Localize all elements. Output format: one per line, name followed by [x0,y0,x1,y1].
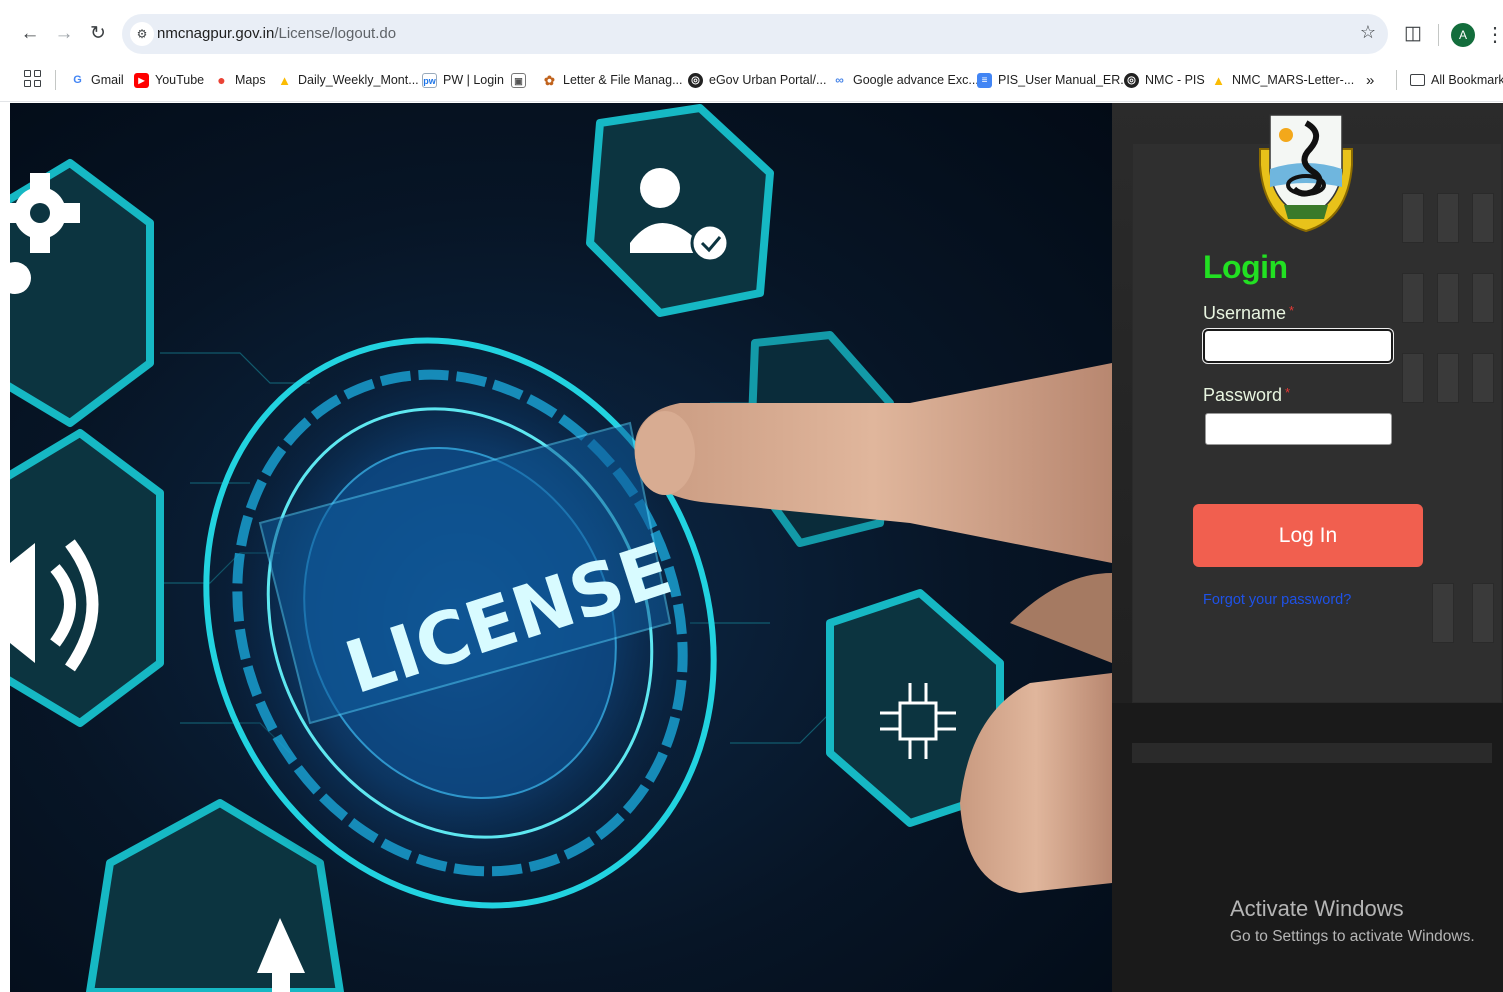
drive-icon: ▲ [278,72,291,88]
toolbar-divider [1438,24,1439,46]
building-window [1437,273,1459,323]
bookmark-label: NMC - PIS [1145,73,1205,87]
globe-icon: ◎ [688,72,703,88]
activate-windows-watermark: Activate Windows Go to Settings to activ… [1230,896,1475,946]
page-content: LICENSE Login Username * Password * Log … [10,103,1503,992]
building-window [1472,583,1494,643]
bookmark-letter-file[interactable]: ✿ Letter & File Manag... [542,70,683,90]
license-hero-image: LICENSE [10,103,1112,992]
login-title: Login [1203,249,1288,285]
bookmark-label: Letter & File Manag... [563,73,683,87]
password-label: Password * [1203,385,1290,406]
bookmark-label: YouTube [155,73,205,87]
required-mark: * [1289,303,1295,318]
building-window [1472,273,1494,323]
bookmark-pis-manual[interactable]: ≡ PIS_User Manual_ER... [977,70,1131,90]
hex-user [586,104,774,317]
bookmark-label: Maps [235,73,266,87]
bookmark-nmc-mars[interactable]: ▲ NMC_MARS-Letter-... [1211,70,1354,90]
building-window [1402,193,1424,243]
profile-avatar[interactable]: A [1451,23,1475,47]
username-label: Username * [1203,303,1294,324]
reload-icon[interactable]: ↻ [84,20,112,48]
bookmark-youtube[interactable]: ▶ YouTube [134,70,204,90]
docs-icon: ≡ [977,72,992,88]
bookmark-label: Daily_Weekly_Mont... [298,73,419,87]
globe-icon: ◎ [1124,72,1139,88]
back-icon[interactable]: ← [16,20,44,48]
site-info-icon[interactable]: ⚙ [130,22,154,46]
bookmark-maps[interactable]: ● Maps [214,70,266,90]
all-bookmarks-button[interactable]: All Bookmarks [1410,70,1503,90]
username-input[interactable] [1203,329,1393,363]
activate-windows-subtitle: Go to Settings to activate Windows. [1230,928,1475,945]
google-icon: G [73,73,82,86]
username-label-text: Username [1203,303,1287,323]
bookmark-label: Gmail [91,73,124,87]
folder-icon [1410,74,1425,86]
forward-icon[interactable]: → [50,20,78,48]
youtube-icon: ▶ [134,72,149,88]
extensions-icon[interactable]: ◫ [1400,22,1426,48]
bookmark-star-icon[interactable]: ☆ [1360,22,1376,43]
url-path: /License/logout.do [274,25,397,42]
pw-icon: pw [422,72,437,88]
login-panel: Login Username * Password * Log In Forgot … [1112,103,1503,992]
building-window [1437,353,1459,403]
bookmark-label: Google advance Exc... [853,73,979,87]
bookmark-google-advance[interactable]: ∞ Google advance Exc... [832,70,979,90]
login-button[interactable]: Log In [1193,504,1423,567]
building-window [1472,353,1494,403]
maps-icon: ● [217,71,226,88]
bookmark-pw-login[interactable]: pw PW | Login [422,70,504,90]
apps-grid-icon[interactable] [24,70,42,88]
bookmark-label: PIS_User Manual_ER... [998,73,1131,87]
kebab-menu-icon[interactable]: ⋮ [1485,21,1503,49]
chart-icon: ∞ [835,72,844,87]
bookmarks-divider [55,70,56,90]
building-ledge [1132,743,1492,763]
password-input[interactable] [1205,413,1392,445]
bookmark-image[interactable]: ▣ [511,70,532,90]
forgot-password-link[interactable]: Forgot your password? [1203,592,1351,608]
activate-windows-title: Activate Windows [1230,896,1404,921]
emblem-icon: ✿ [544,72,555,88]
url-text[interactable]: nmcnagpur.gov.in/License/logout.do [157,25,396,42]
nmc-emblem-logo [1259,114,1353,233]
bookmarks-divider [1396,70,1397,90]
more-bookmarks-button[interactable]: » [1366,70,1374,90]
drive-icon: ▲ [1212,72,1225,88]
required-mark: * [1285,385,1291,400]
bookmark-daily-weekly[interactable]: ▲ Daily_Weekly_Mont... [277,70,419,90]
building-window [1402,273,1424,323]
bookmark-label: PW | Login [443,73,504,87]
browser-toolbar: ← → ↻ ⚙ nmcnagpur.gov.in/License/logout.… [0,0,1503,62]
building-window [1437,193,1459,243]
bookmark-label: eGov Urban Portal/... [709,73,827,87]
bookmark-label: NMC_MARS-Letter-... [1232,73,1355,87]
building-window [1402,353,1424,403]
address-bar[interactable]: ⚙ nmcnagpur.gov.in/License/logout.do ☆ [122,14,1388,54]
building-window [1432,583,1454,643]
bookmark-label: All Bookmarks [1431,73,1503,87]
building-window [1472,193,1494,243]
bookmark-gmail[interactable]: G Gmail [70,70,124,90]
bookmark-nmc-pis[interactable]: ◎ NMC - PIS [1124,70,1205,90]
url-host: nmcnagpur.gov.in [157,25,275,42]
password-label-text: Password [1203,385,1283,405]
image-icon: ▣ [511,72,526,88]
bookmark-egov[interactable]: ◎ eGov Urban Portal/... [688,70,826,90]
license-illustration: LICENSE [10,104,1112,992]
